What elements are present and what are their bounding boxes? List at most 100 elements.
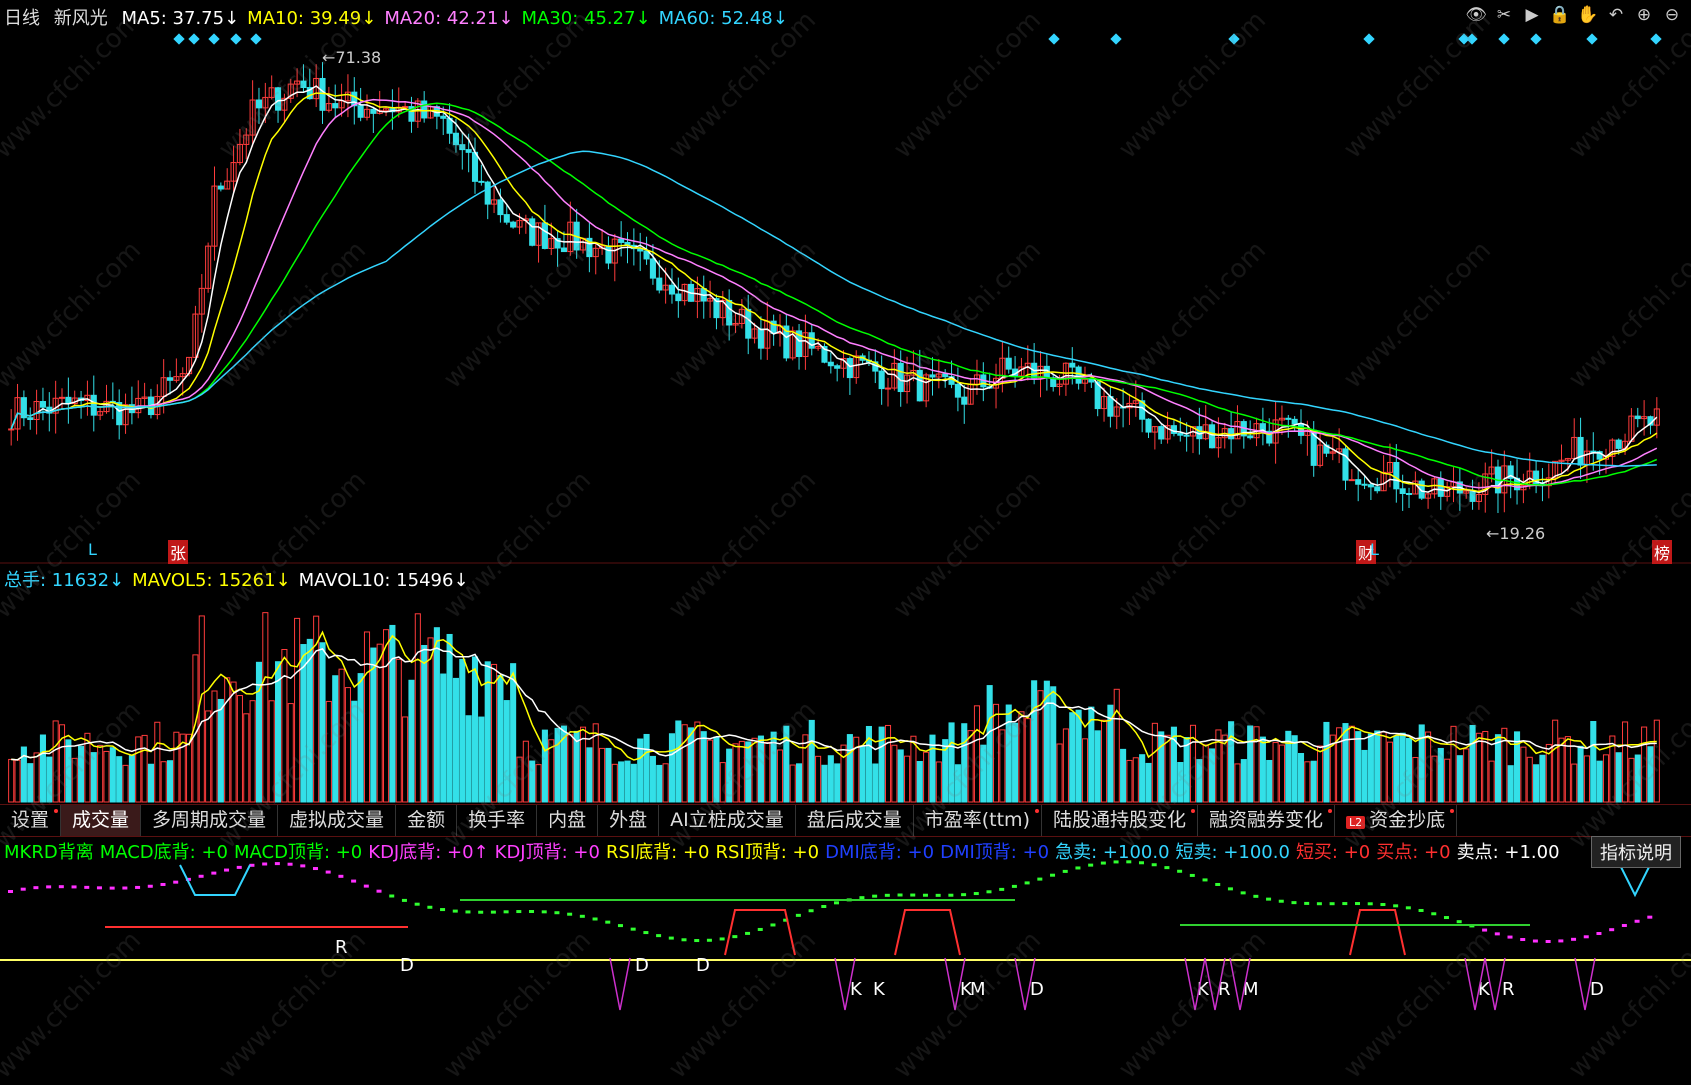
candle-body [649, 258, 656, 279]
candle-body [1291, 418, 1298, 425]
volume-bar [846, 734, 853, 803]
indicator-dot [1202, 878, 1208, 882]
volume-bar [726, 748, 733, 803]
tab-2[interactable]: 多周期成交量 [141, 805, 279, 836]
tab-8[interactable]: AI立桩成交量 [659, 805, 796, 836]
volume-bar [687, 727, 695, 803]
indicator-legend-item-13: 卖点: +1.00 [1456, 842, 1560, 863]
volume-bar [796, 763, 803, 803]
indicator-legend-item-9: 急卖: +100.0 [1055, 842, 1170, 863]
tab-5[interactable]: 换手率 [457, 805, 538, 836]
candle-body [1348, 479, 1355, 482]
zoom-out-icon[interactable]: ⊖ [1661, 4, 1683, 26]
indicator-dot [1367, 902, 1373, 906]
period-label: 日线 [4, 8, 40, 29]
volume-bar [1641, 726, 1648, 803]
indicator-dot [910, 893, 916, 897]
tab-10[interactable]: 市盈率(ttm) [914, 805, 1042, 836]
volume-bar [332, 675, 339, 803]
tab-9[interactable]: 盘后成交量 [796, 805, 914, 836]
buy-trapezoid [1349, 909, 1406, 956]
volume-bar [1405, 737, 1413, 803]
volume-bar [1361, 749, 1368, 803]
candle-body [1367, 484, 1374, 488]
eye-icon[interactable]: 👁 [1465, 4, 1487, 26]
play-icon[interactable]: ▶ [1521, 4, 1543, 26]
event-tag-bang[interactable]: 榜 [1652, 540, 1673, 564]
candle-body [459, 144, 466, 151]
volume-bar [1272, 742, 1279, 803]
volume-bar [1653, 719, 1660, 803]
indicator-dot [922, 893, 928, 897]
volume-bar [1177, 762, 1184, 803]
indicator-dot [986, 890, 992, 894]
price-chart[interactable] [0, 0, 1691, 564]
volume-bar [1120, 748, 1127, 803]
volume-bar [160, 761, 167, 803]
volume-chart[interactable] [0, 564, 1691, 804]
volume-bar [923, 751, 930, 803]
candle-body [1209, 424, 1216, 449]
volume-bar [1183, 737, 1190, 803]
candle-body [1170, 425, 1177, 434]
tab-3[interactable]: 虚拟成交量 [278, 805, 397, 836]
ma-legend: MA5: 37.75↓ MA10: 39.49↓ MA20: 42.21↓ MA30:… [121, 8, 795, 29]
indicator-dot [1609, 928, 1615, 932]
volume-bar [1253, 726, 1260, 803]
volume-bar [681, 724, 688, 803]
candle-body [58, 396, 66, 399]
divergence-marker [609, 957, 631, 1011]
candle-body [961, 396, 968, 405]
volume-legend-item-0: 总手: 11632↓ [4, 570, 125, 591]
tab-0[interactable]: 设置 [0, 805, 62, 836]
tab-13[interactable]: L2 资金抄底 [1335, 805, 1458, 836]
indicator-help-button[interactable]: 指标说明 [1591, 836, 1681, 868]
event-tag-l2[interactable]: L [1370, 540, 1379, 559]
volume-bar [980, 744, 987, 803]
volume-bar [109, 747, 116, 803]
indicator-dot [1494, 932, 1500, 936]
volume-bar [1056, 743, 1063, 803]
zoom-in-icon[interactable]: ⊕ [1633, 4, 1655, 26]
volume-bar [891, 744, 898, 803]
candle-body [497, 199, 504, 216]
indicator-legend-item-5: RSI底背: +0 [605, 842, 710, 863]
candle-body [827, 361, 834, 367]
volume-bar [1437, 747, 1444, 803]
indicator-dot [173, 880, 179, 884]
candle-body [1005, 357, 1012, 370]
scissors-icon[interactable]: ✂ [1493, 4, 1515, 26]
volume-bar [1552, 719, 1559, 803]
candle-body [452, 132, 459, 146]
indicator-dot [414, 902, 420, 906]
event-tag-l[interactable]: L [88, 540, 97, 559]
undo-icon[interactable]: ↶ [1605, 4, 1627, 26]
event-tag-zhang[interactable]: 张 [168, 540, 189, 564]
volume-bar [1507, 765, 1514, 803]
tab-1[interactable]: 成交量 [61, 805, 142, 836]
candle-body [1355, 479, 1362, 485]
lock-icon[interactable]: 🔒 [1549, 4, 1571, 26]
indicator-dot [503, 910, 509, 914]
volume-bar [1526, 756, 1533, 803]
volume-bar [1323, 721, 1330, 803]
volume-bar [446, 633, 453, 803]
hand-icon[interactable]: ✋ [1577, 4, 1599, 26]
tab-12[interactable]: 融资融券变化 [1198, 805, 1336, 836]
volume-bar [1278, 744, 1285, 803]
indicator-dot [1380, 903, 1386, 907]
tab-7[interactable]: 外盘 [598, 805, 660, 836]
tab-11[interactable]: 陆股通持股变化 [1042, 805, 1198, 836]
volume-legend-item-2: MAVOL10: 15496↓ [298, 570, 469, 591]
tab-label: 市盈率(ttm) [924, 809, 1030, 831]
volume-bar [1126, 759, 1133, 803]
tab-4[interactable]: 金额 [396, 805, 458, 836]
indicator-dot [96, 886, 102, 890]
volume-bar [1094, 730, 1101, 803]
indicator-dot [897, 893, 903, 897]
indicator-legend-item-11: 短买: +0 [1295, 842, 1371, 863]
indicator-dot [46, 885, 52, 889]
candle-body [1069, 362, 1076, 368]
tab-6[interactable]: 内盘 [537, 805, 599, 836]
tab-label: 成交量 [72, 809, 130, 831]
